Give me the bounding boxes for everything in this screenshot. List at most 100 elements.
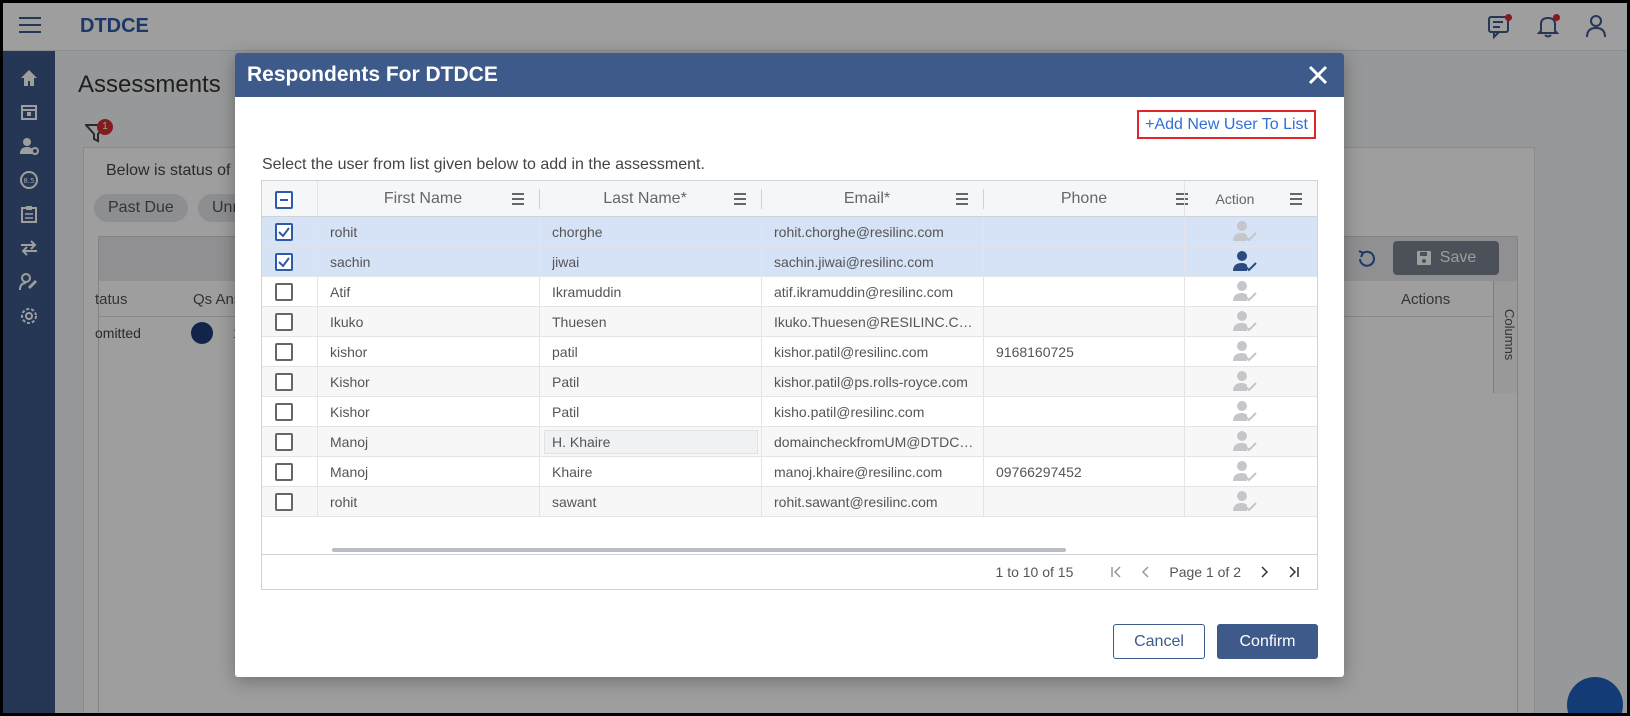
column-menu-icon[interactable] — [734, 193, 746, 205]
first-name-cell: Manoj — [330, 434, 369, 450]
first-name-cell: Kishor — [330, 374, 370, 390]
assign-user-icon[interactable] — [1232, 220, 1258, 244]
assign-user-icon[interactable] — [1232, 310, 1258, 334]
prev-page-icon[interactable] — [1139, 565, 1153, 579]
first-name-cell: Manoj — [330, 464, 369, 480]
close-icon[interactable] — [1306, 63, 1330, 87]
phone-cell — [996, 427, 1176, 457]
table-row[interactable]: sachin jiwai sachin.jiwai@resilinc.com — [262, 247, 1317, 277]
last-name-header[interactable]: Last Name* — [540, 181, 750, 217]
confirm-button[interactable]: Confirm — [1217, 624, 1318, 659]
last-name-cell: jiwai — [552, 254, 580, 270]
email-header[interactable]: Email* — [762, 181, 972, 217]
row-checkbox[interactable] — [275, 373, 293, 391]
phone-cell — [996, 307, 1176, 337]
pagination: 1 to 10 of 15 Page 1 of 2 — [996, 564, 1301, 580]
instruction-text: Select the user from list given below to… — [262, 156, 705, 173]
respondents-dialog: Respondents For DTDCE +Add New User To L… — [235, 53, 1344, 677]
first-name-cell: kishor — [330, 344, 368, 360]
action-header: Action — [1215, 191, 1255, 207]
email-cell: kishor.patil@ps.rolls-royce.com — [774, 374, 968, 390]
email-cell: rohit.chorghe@resilinc.com — [774, 224, 944, 240]
table-row[interactable]: Atif Ikramuddin atif.ikramuddin@resilinc.c… — [262, 277, 1317, 307]
last-name-cell: patil — [552, 344, 578, 360]
last-name-cell: Patil — [552, 404, 580, 420]
first-page-icon[interactable] — [1109, 565, 1123, 579]
grid-body: rohit chorghe rohit.chorghe@resilinc.com sa… — [262, 217, 1317, 517]
row-checkbox[interactable] — [275, 313, 293, 331]
select-all-checkbox[interactable] — [275, 191, 293, 209]
first-name-cell: rohit — [330, 224, 358, 240]
first-name-cell: Ikuko — [330, 314, 364, 330]
assign-user-icon[interactable] — [1232, 430, 1258, 454]
table-row[interactable]: Ikuko Thuesen Ikuko.Thuesen@RESILINC.COM — [262, 307, 1317, 337]
first-name-cell: Atif — [330, 284, 351, 300]
page-indicator: Page 1 of 2 — [1169, 564, 1241, 580]
phone-cell — [996, 217, 1176, 247]
row-checkbox[interactable] — [275, 223, 293, 241]
assign-user-icon[interactable] — [1232, 490, 1258, 514]
assign-user-icon[interactable] — [1232, 400, 1258, 424]
cancel-button[interactable]: Cancel — [1113, 624, 1205, 659]
last-name-cell: Thuesen — [552, 314, 607, 330]
respondents-grid: First Name Last Name* Email* Phone Actio… — [261, 180, 1318, 590]
column-menu-icon[interactable] — [512, 193, 524, 205]
phone-cell: 9168160725 — [996, 344, 1074, 360]
phone-cell — [996, 397, 1176, 427]
email-cell: manoj.khaire@resilinc.com — [774, 464, 943, 480]
email-cell: rohit.sawant@resilinc.com — [774, 494, 938, 510]
table-row[interactable]: Kishor Patil kisho.patil@resilinc.com — [262, 397, 1317, 427]
assign-user-icon[interactable] — [1232, 340, 1258, 364]
first-name-cell: rohit — [330, 494, 358, 510]
first-name-cell: Kishor — [330, 404, 370, 420]
last-name-cell: H. Khaire — [552, 434, 611, 450]
assign-user-icon[interactable] — [1232, 250, 1258, 274]
column-menu-icon[interactable] — [1290, 193, 1302, 205]
next-page-icon[interactable] — [1257, 565, 1271, 579]
last-name-cell: sawant — [552, 494, 597, 510]
phone-cell — [996, 247, 1176, 277]
app-frame: DTDCE 8.5 Assessments 1 Below is status … — [3, 3, 1627, 713]
dialog-header: Respondents For DTDCE — [235, 53, 1344, 97]
phone-cell — [996, 277, 1176, 307]
email-cell: sachin.jiwai@resilinc.com — [774, 254, 934, 270]
email-cell: Ikuko.Thuesen@RESILINC.COM — [774, 314, 974, 330]
email-cell: kisho.patil@resilinc.com — [774, 404, 925, 420]
assign-user-icon[interactable] — [1232, 370, 1258, 394]
last-name-cell: chorghe — [552, 224, 603, 240]
last-page-icon[interactable] — [1287, 565, 1301, 579]
row-checkbox[interactable] — [275, 253, 293, 271]
table-row[interactable]: Kishor Patil kishor.patil@ps.rolls-royce.c… — [262, 367, 1317, 397]
assign-user-icon[interactable] — [1232, 280, 1258, 304]
phone-cell — [996, 367, 1176, 397]
last-name-cell: Patil — [552, 374, 580, 390]
email-cell: atif.ikramuddin@resilinc.com — [774, 284, 954, 300]
phone-header[interactable]: Phone — [984, 181, 1184, 217]
table-row[interactable]: Manoj H. Khaire domaincheckfromUM@DTDCE... — [262, 427, 1317, 457]
row-checkbox[interactable] — [275, 433, 293, 451]
assign-user-icon[interactable] — [1232, 460, 1258, 484]
email-cell: kishor.patil@resilinc.com — [774, 344, 929, 360]
phone-cell — [996, 487, 1176, 517]
grid-header: First Name Last Name* Email* Phone Actio… — [262, 181, 1317, 217]
row-checkbox[interactable] — [275, 343, 293, 361]
last-name-cell: Khaire — [552, 464, 593, 480]
pagination-range: 1 to 10 of 15 — [995, 564, 1074, 580]
row-checkbox[interactable] — [275, 463, 293, 481]
table-row[interactable]: rohit sawant rohit.sawant@resilinc.com — [262, 487, 1317, 517]
row-checkbox[interactable] — [275, 403, 293, 421]
email-cell: domaincheckfromUM@DTDCE... — [774, 434, 974, 450]
column-menu-icon[interactable] — [956, 193, 968, 205]
dialog-title: Respondents For DTDCE — [247, 63, 498, 86]
table-row[interactable]: rohit chorghe rohit.chorghe@resilinc.com — [262, 217, 1317, 247]
first-name-cell: sachin — [330, 254, 371, 270]
table-row[interactable]: Manoj Khaire manoj.khaire@resilinc.com 0976… — [262, 457, 1317, 487]
phone-cell: 09766297452 — [996, 464, 1082, 480]
table-row[interactable]: kishor patil kishor.patil@resilinc.com 9168… — [262, 337, 1317, 367]
horizontal-scrollbar[interactable] — [332, 548, 1066, 552]
last-name-cell: Ikramuddin — [552, 284, 622, 300]
first-name-header[interactable]: First Name — [318, 181, 528, 217]
row-checkbox[interactable] — [275, 493, 293, 511]
add-new-user-link[interactable]: +Add New User To List — [1137, 110, 1316, 139]
row-checkbox[interactable] — [275, 283, 293, 301]
